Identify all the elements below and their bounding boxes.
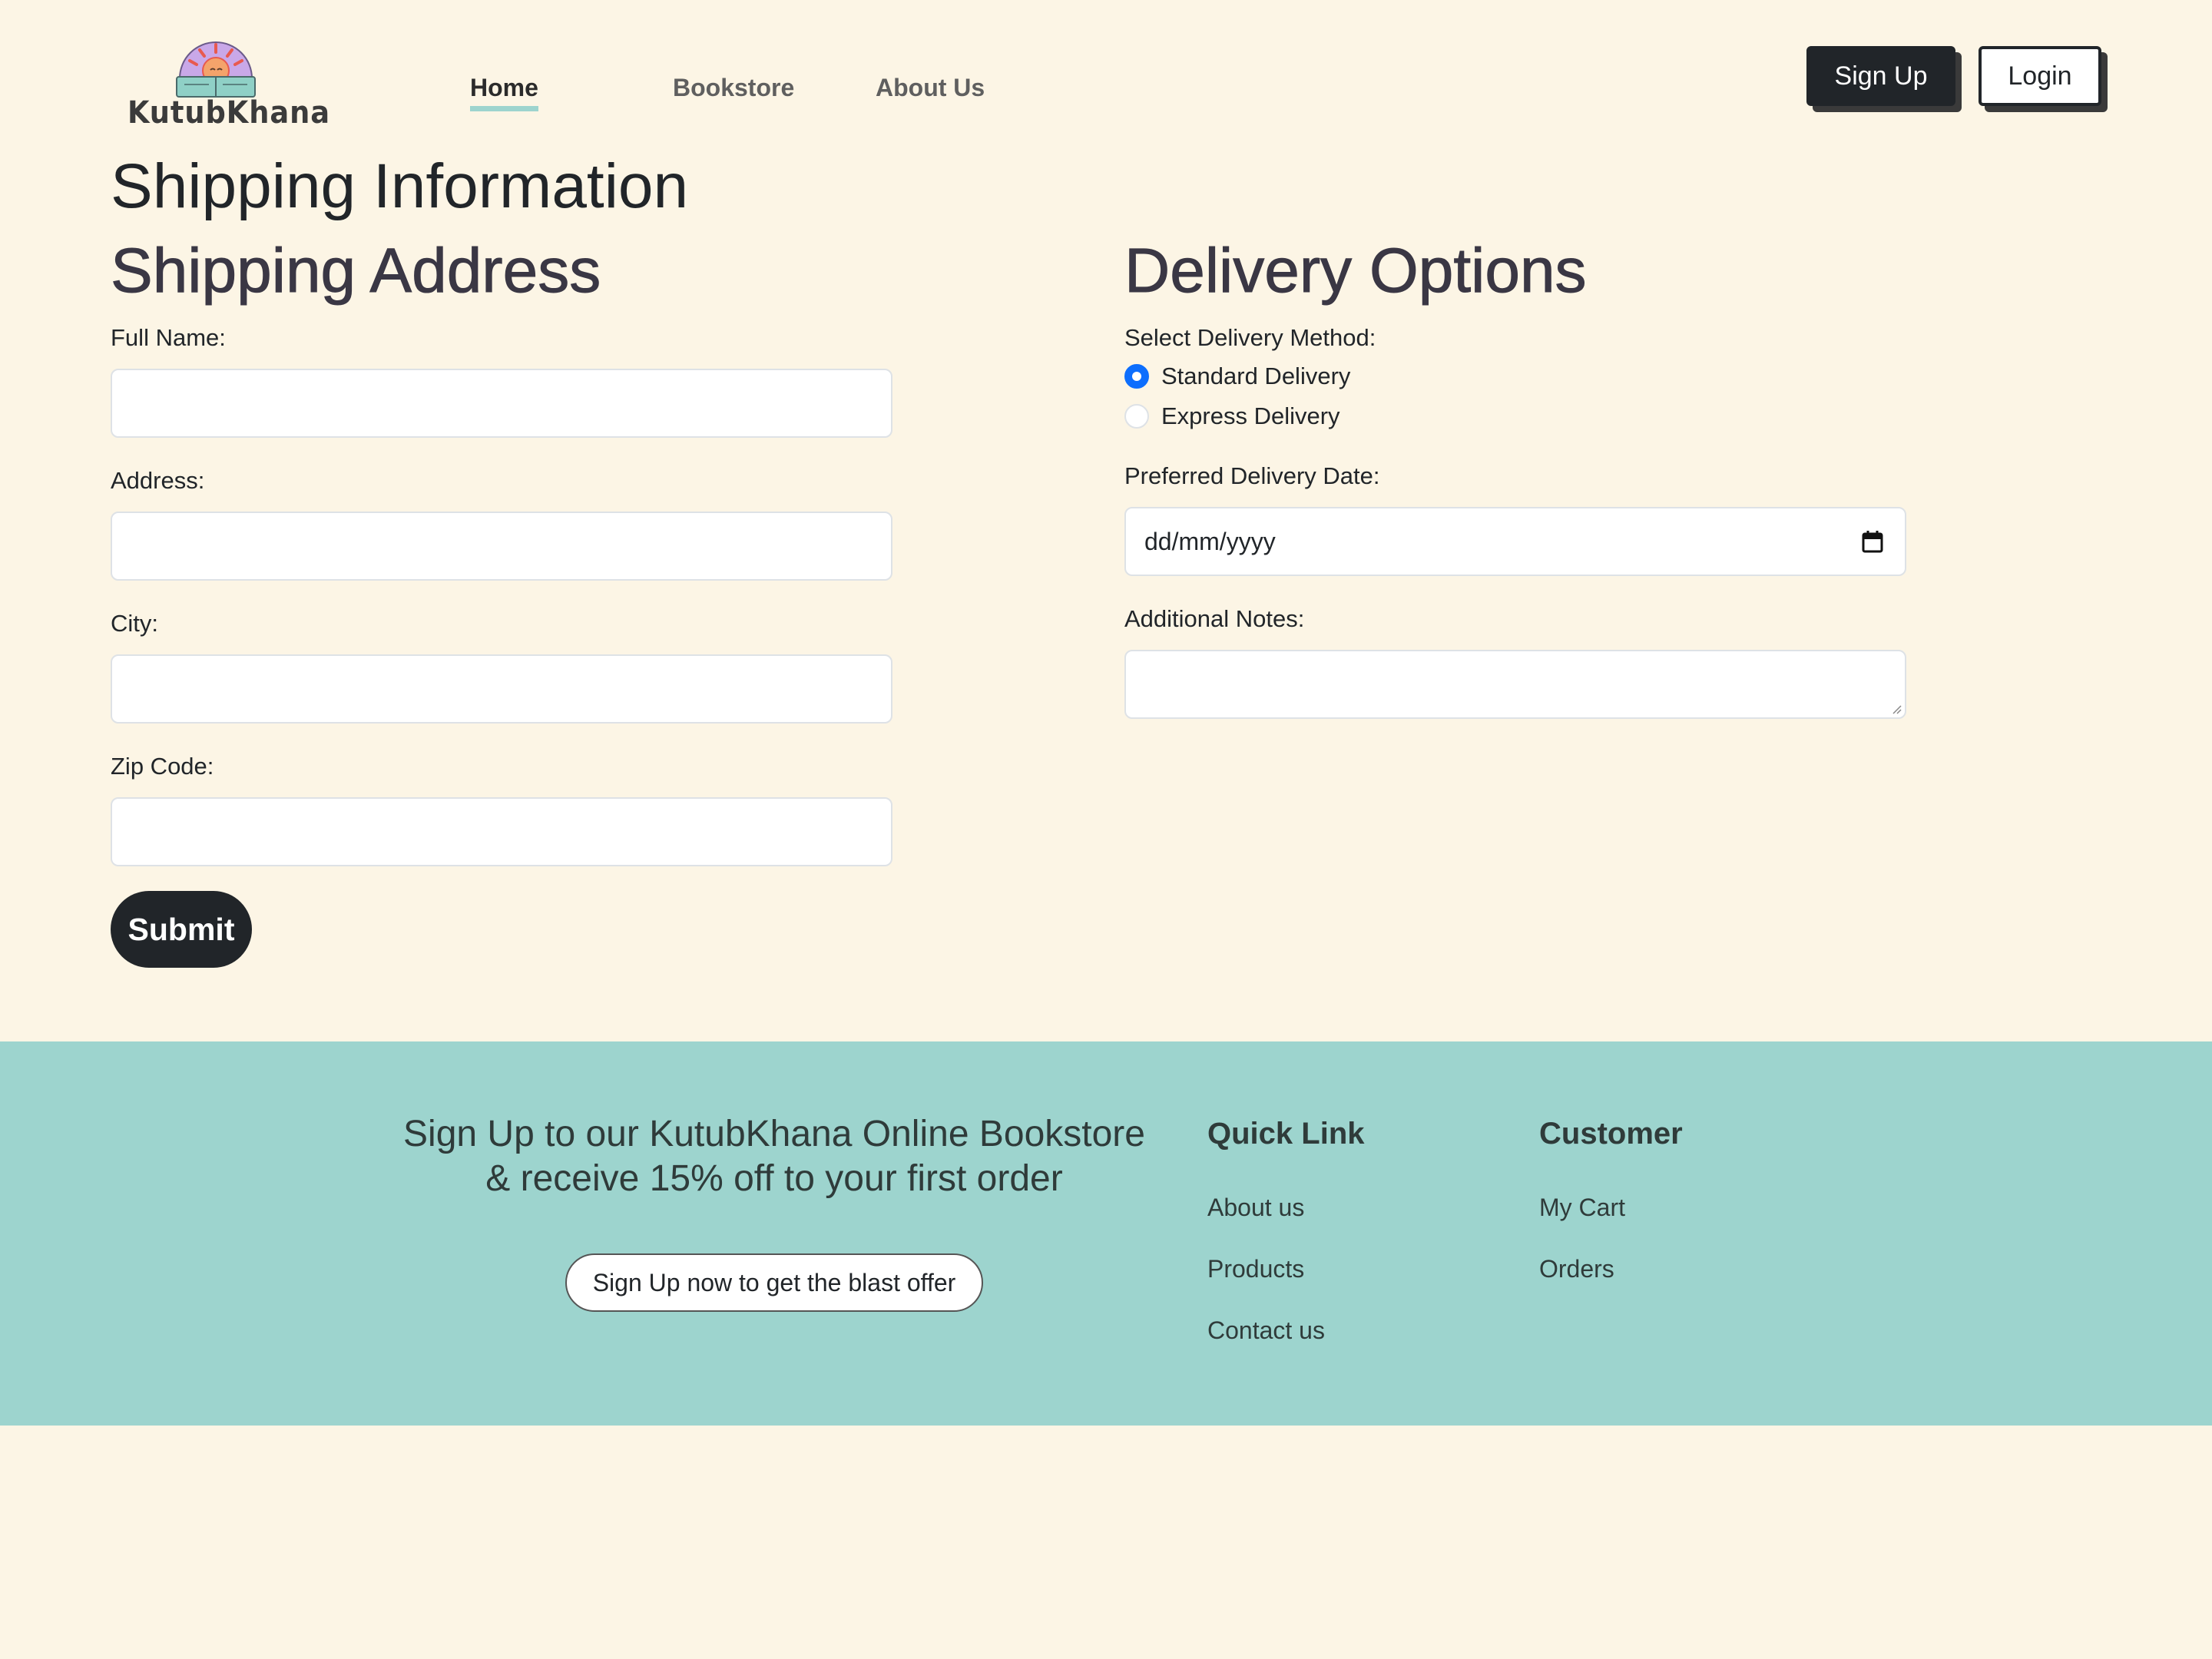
calendar-icon[interactable] [1862, 530, 1883, 553]
zip-code-label: Zip Code: [111, 753, 214, 780]
footer-link-my-cart[interactable]: My Cart [1539, 1194, 1625, 1222]
zip-code-input[interactable] [111, 797, 892, 866]
delivery-date-input[interactable]: dd/mm/yyyy [1124, 507, 1906, 576]
nav-home-label: Home [470, 74, 538, 101]
submit-button[interactable]: Submit [111, 891, 252, 968]
date-placeholder: dd/mm/yyyy [1144, 527, 1276, 555]
additional-notes-textarea[interactable] [1124, 650, 1906, 719]
city-label: City: [111, 610, 158, 637]
delivery-date-label: Preferred Delivery Date: [1124, 462, 1380, 489]
active-nav-indicator [470, 106, 538, 111]
city-input[interactable] [111, 654, 892, 724]
nav-bookstore[interactable]: Bookstore [673, 74, 794, 102]
footer-link-products[interactable]: Products [1207, 1255, 1304, 1283]
address-input[interactable] [111, 512, 892, 581]
shipping-address-heading: Shipping Address [110, 236, 601, 306]
standard-delivery-label: Standard Delivery [1161, 363, 1351, 389]
additional-notes-label: Additional Notes: [1124, 605, 1305, 632]
footer-link-orders[interactable]: Orders [1539, 1255, 1614, 1283]
logo-text: KutubKhana [127, 95, 330, 131]
site-logo[interactable]: KutubKhana [123, 35, 329, 135]
address-label: Address: [111, 467, 205, 494]
site-header: KutubKhana Home Bookstore About Us Sign … [0, 0, 2212, 146]
promo-line-1: Sign Up to our KutubKhana Online Booksto… [403, 1114, 1145, 1154]
resize-handle-icon[interactable] [1889, 702, 1902, 714]
customer-heading: Customer [1539, 1117, 1683, 1151]
nav-about-us[interactable]: About Us [876, 74, 985, 102]
express-delivery-option[interactable]: Express Delivery [1124, 402, 1340, 430]
quick-link-heading: Quick Link [1207, 1117, 1365, 1151]
site-footer: Sign Up to our KutubKhana Online Booksto… [0, 1041, 2212, 1426]
nav-home[interactable]: Home [470, 74, 538, 111]
delivery-options-heading: Delivery Options [1124, 236, 1588, 306]
reading-sun-logo-icon [176, 41, 256, 98]
login-button[interactable]: Login [1979, 46, 2101, 106]
footer-link-contact-us[interactable]: Contact us [1207, 1316, 1325, 1345]
standard-delivery-option[interactable]: Standard Delivery [1124, 363, 1350, 390]
signup-promo-text: Sign Up to our KutubKhana Online Booksto… [369, 1112, 1180, 1201]
standard-delivery-radio[interactable] [1124, 364, 1149, 389]
express-delivery-radio[interactable] [1124, 404, 1149, 429]
express-delivery-label: Express Delivery [1161, 402, 1340, 429]
footer-link-about-us[interactable]: About us [1207, 1194, 1304, 1222]
delivery-method-label: Select Delivery Method: [1124, 324, 1376, 351]
signup-button[interactable]: Sign Up [1806, 46, 1955, 106]
full-name-label: Full Name: [111, 324, 226, 351]
promo-signup-button[interactable]: Sign Up now to get the blast offer [565, 1253, 983, 1312]
page-title: Shipping Information [111, 151, 689, 221]
full-name-input[interactable] [111, 369, 892, 438]
promo-line-2: & receive 15% off to your first order [485, 1158, 1063, 1199]
